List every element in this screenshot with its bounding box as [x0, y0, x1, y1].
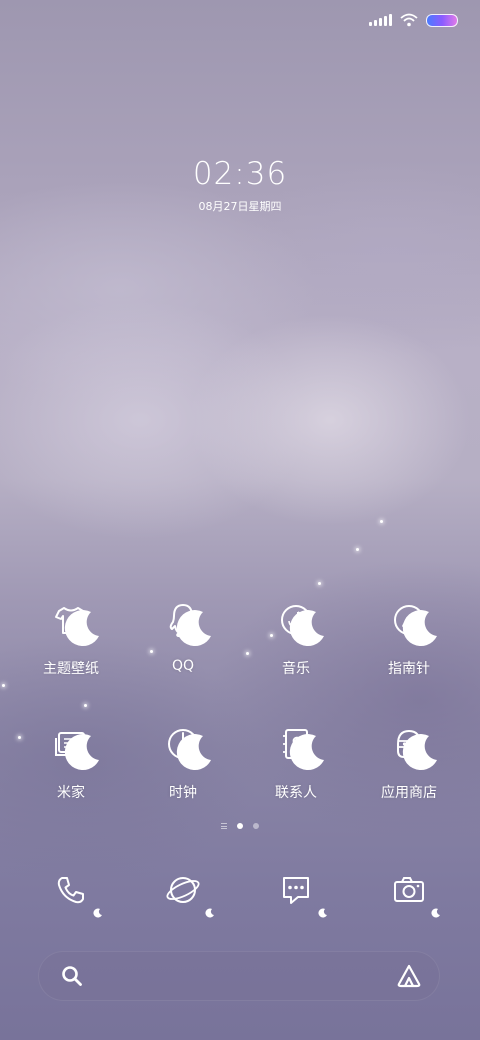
dock-phone[interactable]: [15, 870, 127, 918]
messages-icon: [283, 877, 309, 904]
page-indicator[interactable]: [0, 823, 480, 829]
app-label: 音乐: [282, 661, 310, 677]
dock-messages[interactable]: [240, 870, 352, 918]
signal-icon: [369, 14, 392, 26]
battery-icon: [426, 13, 458, 27]
moon-icon: [402, 610, 437, 647]
search-icon[interactable]: [60, 964, 84, 988]
app-store[interactable]: 应用商店: [353, 724, 465, 802]
page-dot-current[interactable]: [237, 823, 243, 829]
search-bar[interactable]: [38, 951, 440, 1001]
app-mijia[interactable]: 米家: [15, 724, 127, 802]
sparkle: [380, 520, 383, 523]
moon-icon: [176, 734, 211, 771]
sparkle: [2, 684, 5, 687]
camera-icon: [394, 877, 424, 902]
app-label: 米家: [57, 785, 85, 801]
moon-icon: [431, 908, 440, 918]
wifi-icon: [400, 13, 418, 27]
moon-icon: [205, 908, 214, 918]
app-qq[interactable]: QQ: [127, 600, 239, 674]
sparkle: [356, 548, 359, 551]
app-label: 主题壁纸: [43, 661, 99, 677]
page-list-icon[interactable]: [221, 823, 227, 829]
moon-icon: [64, 610, 99, 647]
app-clock[interactable]: 时钟: [127, 724, 239, 802]
sparkle: [318, 582, 321, 585]
app-music[interactable]: 音乐: [240, 600, 352, 678]
app-label: 应用商店: [381, 785, 437, 801]
moon-icon: [176, 610, 211, 647]
moon-icon: [289, 734, 324, 771]
status-bar: [369, 12, 458, 28]
moon-icon: [93, 908, 102, 918]
app-contacts[interactable]: 联系人: [240, 724, 352, 802]
page-dot[interactable]: [253, 823, 259, 829]
dock-browser[interactable]: [127, 870, 239, 918]
app-compass[interactable]: 指南针: [353, 600, 465, 678]
phone-icon: [57, 877, 84, 904]
clock-date: 08月27日星期四: [198, 200, 282, 213]
assistant-icon[interactable]: [396, 963, 422, 989]
app-theme-wallpaper[interactable]: 主题壁纸: [15, 600, 127, 678]
app-label: 时钟: [169, 785, 197, 801]
moon-icon: [64, 734, 99, 771]
app-label: 联系人: [275, 785, 317, 801]
moon-icon: [289, 610, 324, 647]
app-label: QQ: [171, 658, 195, 674]
app-label: 指南针: [388, 661, 430, 677]
moon-icon: [318, 908, 327, 918]
browser-planet-icon: [166, 877, 200, 903]
dock-camera[interactable]: [353, 870, 465, 918]
clock-time: 02:36: [192, 156, 288, 192]
moon-icon: [402, 734, 437, 771]
sparkle: [84, 704, 87, 707]
